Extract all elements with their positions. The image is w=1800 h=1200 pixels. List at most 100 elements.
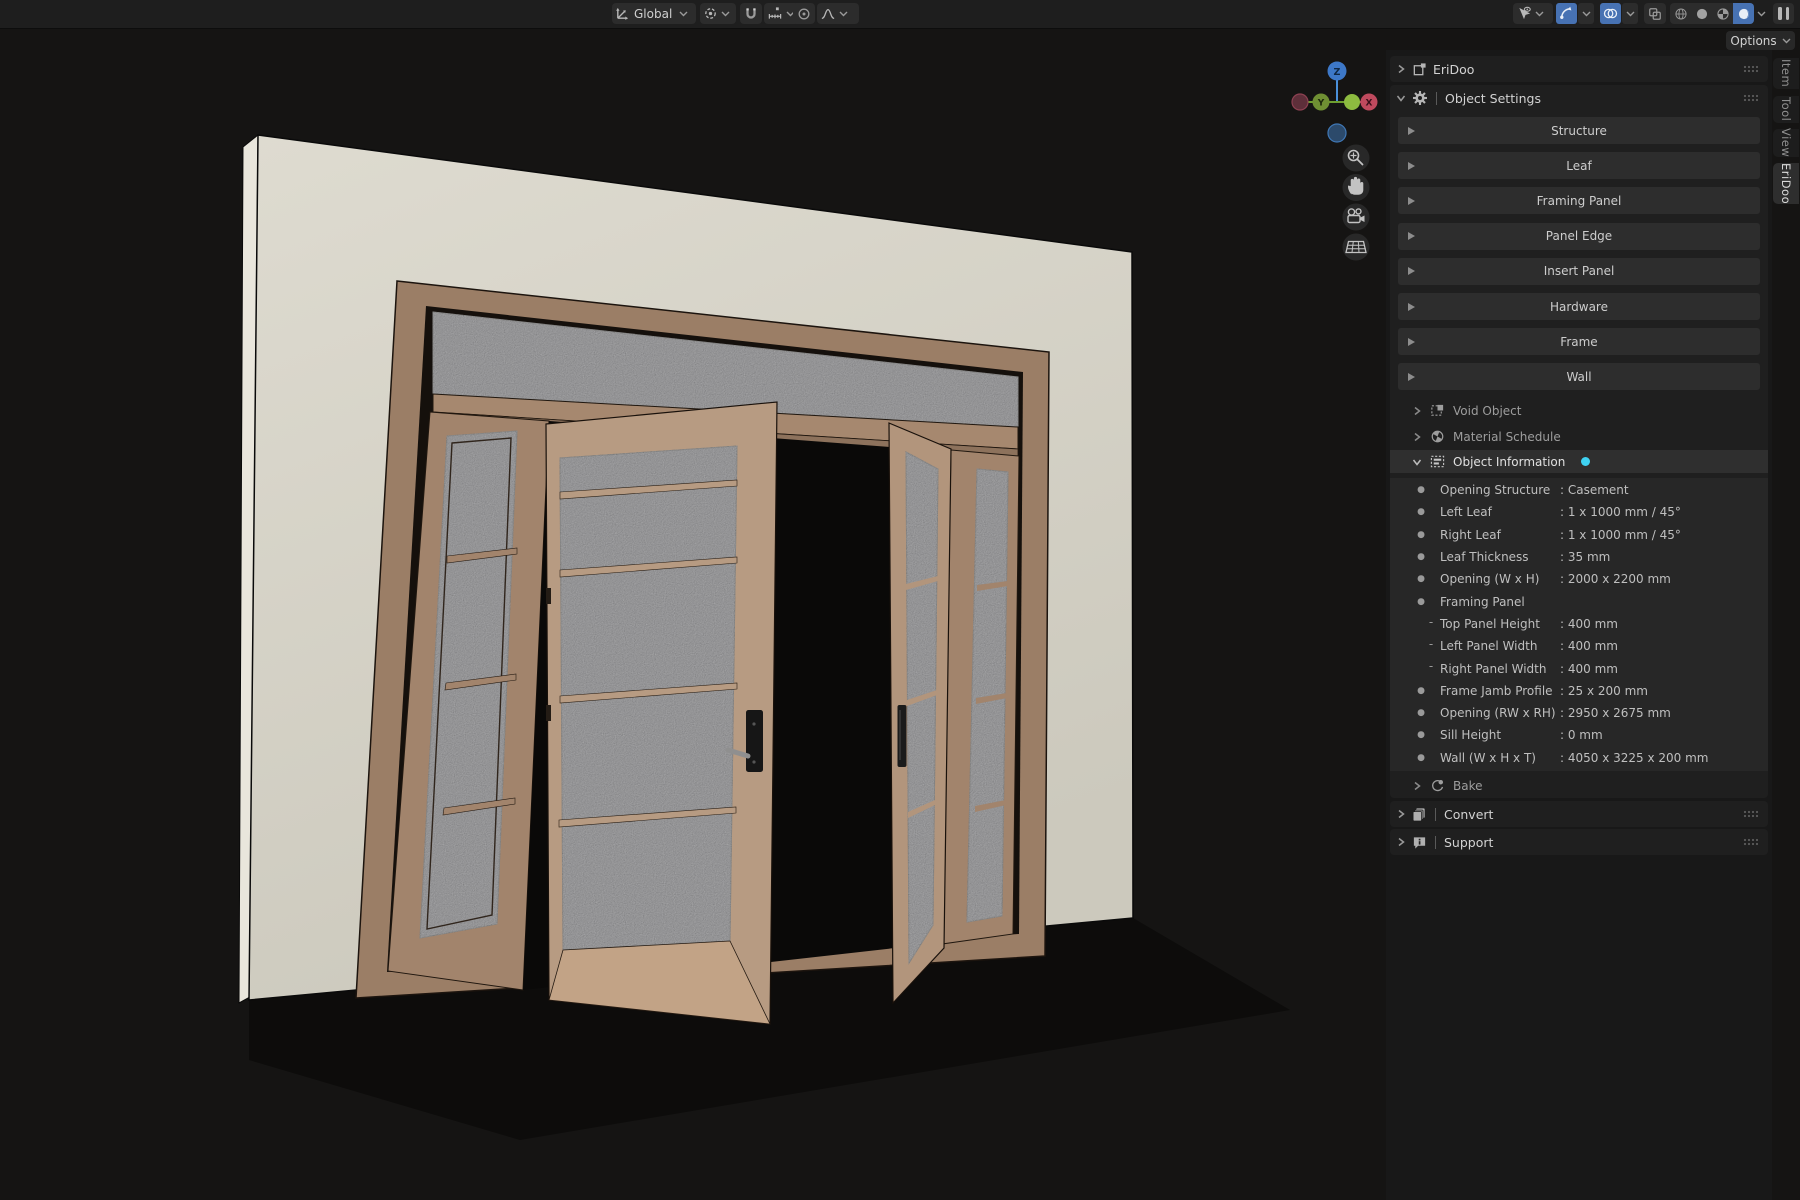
sidebar-tab[interactable]: View (1773, 128, 1799, 158)
toggle-xray[interactable] (1644, 3, 1666, 24)
shading-material-button[interactable] (1712, 3, 1733, 24)
pivot-point-icon (705, 8, 716, 19)
panel-drag-handle[interactable] (1743, 838, 1758, 846)
subpanel-label: Object Information (1453, 454, 1566, 469)
info-active-dot (1581, 457, 1591, 466)
chevron-right-icon (1398, 837, 1405, 847)
info-row-label: Frame Jamb Profile (1440, 683, 1553, 698)
info-row-value: : Casement (1560, 483, 1629, 498)
chevron-down-icon (1782, 38, 1791, 43)
info-row-marker: - (1428, 637, 1434, 652)
chevron-right-icon (1414, 781, 1421, 790)
panel-title: Support (1444, 834, 1494, 850)
panel-drag-handle[interactable] (1743, 810, 1758, 818)
gizmo-axis-neg-z (1327, 123, 1347, 143)
sidebar: EriDoo Object Settings Structure Leaf Fr… (1386, 50, 1772, 1200)
section-button[interactable]: Leaf (1398, 152, 1760, 180)
subpanel-object-information[interactable]: Object Information (1390, 450, 1768, 473)
section-button[interactable]: Wall (1398, 363, 1760, 391)
pause-icon (1776, 7, 1791, 20)
sidebar-tab-label: Tool (1779, 97, 1793, 122)
chevron-right-icon (1398, 64, 1405, 74)
info-row-marker: ● (1417, 507, 1425, 518)
info-row: ● Frame Jamb Profile : 25 x 200 mm (1390, 680, 1768, 702)
panel-support[interactable]: Support (1390, 829, 1768, 855)
sidebar-tab[interactable]: EriDoo (1773, 163, 1799, 204)
sidebar-tab-label: View (1779, 128, 1793, 158)
panel-title: Convert (1444, 806, 1494, 822)
show-gizmos-group (1556, 3, 1594, 24)
solid-sphere-icon (1696, 8, 1707, 19)
section-button-label: Insert Panel (1543, 264, 1615, 279)
panel-drag-handle[interactable] (1743, 94, 1758, 102)
subpanel-label: Material Schedule (1453, 429, 1561, 444)
sidebar-tab[interactable]: Tool (1773, 96, 1799, 123)
pivot-point-dropdown[interactable] (700, 3, 736, 24)
section-button[interactable]: Frame (1398, 328, 1760, 356)
info-row-label: Opening (W x H) (1440, 572, 1540, 587)
right-door-leaf[interactable] (888, 422, 952, 1005)
disclosure-triangle-icon (1408, 196, 1415, 205)
options-button[interactable]: Options (1726, 31, 1795, 50)
gizmo-axis-neg-y (1344, 94, 1360, 110)
info-row-marker: ● (1417, 730, 1425, 741)
panel-title: Object Settings (1445, 90, 1541, 106)
overlays-dropdown[interactable] (1622, 3, 1638, 24)
info-row: ● Sill Height : 0 mm (1390, 724, 1768, 746)
shading-dropdown[interactable] (1754, 3, 1769, 24)
gizmos-dropdown[interactable] (1578, 3, 1594, 24)
section-button[interactable]: Framing Panel (1398, 187, 1760, 215)
support-info-icon (1413, 836, 1426, 849)
subpanel-bake[interactable]: Bake (1390, 774, 1768, 797)
chevron-down-icon (721, 11, 730, 16)
show-overlays-toggle[interactable] (1600, 3, 1621, 24)
info-row: - Top Panel Height : 400 mm (1390, 613, 1768, 635)
object-settings-header[interactable]: Object Settings (1390, 85, 1768, 111)
info-row-label: Left Leaf (1440, 505, 1492, 520)
gizmo-y-label: Y (1317, 99, 1325, 109)
cursor-eye-icon (1519, 6, 1531, 20)
chevron-down-icon (1757, 11, 1766, 16)
section-button[interactable]: Panel Edge (1398, 222, 1760, 250)
show-overlays-group (1600, 3, 1638, 24)
section-button[interactable]: Hardware (1398, 293, 1760, 320)
falloff-dropdown[interactable] (817, 3, 859, 24)
pause-button[interactable] (1773, 3, 1794, 24)
shading-wireframe-button[interactable] (1670, 3, 1691, 24)
info-row-label: Framing Panel (1440, 594, 1525, 609)
pan-button[interactable] (1342, 174, 1370, 201)
camera-view-button[interactable] (1342, 203, 1370, 231)
xray-icon (1649, 7, 1661, 20)
info-row-marker: ● (1417, 552, 1425, 563)
info-row-label: Opening Structure (1440, 483, 1551, 498)
snap-toggle[interactable] (740, 3, 762, 24)
info-row-value: : 25 x 200 mm (1560, 683, 1648, 698)
overlays-icon (1603, 8, 1618, 19)
zoom-button[interactable] (1342, 144, 1370, 172)
show-gizmos-toggle[interactable] (1556, 3, 1577, 24)
info-row-label: Right Leaf (1440, 527, 1501, 542)
grid-floor-button[interactable] (1342, 233, 1370, 261)
section-button[interactable]: Insert Panel (1398, 257, 1760, 285)
section-button[interactable]: Structure (1398, 117, 1760, 144)
shading-solid-button[interactable] (1691, 3, 1712, 24)
shading-rendered-button[interactable] (1733, 3, 1754, 24)
panel-drag-handle[interactable] (1743, 65, 1758, 73)
panel-convert[interactable]: Convert (1390, 801, 1768, 827)
left-door-leaf[interactable] (545, 401, 778, 1025)
gizmo-axis-neg-x (1291, 93, 1309, 111)
void-object-icon (1431, 404, 1444, 416)
gizmo-visibility-dropdown[interactable] (1513, 3, 1553, 24)
panel-eridoo[interactable]: EriDoo (1390, 56, 1768, 82)
info-row-value: : 35 mm (1560, 550, 1611, 565)
info-row-value: : 4050 x 3225 x 200 mm (1560, 750, 1709, 765)
sidebar-tab[interactable]: Item (1773, 58, 1799, 89)
disclosure-triangle-icon (1408, 372, 1415, 381)
transform-orientation-dropdown[interactable]: Global (612, 3, 696, 24)
subpanel-material-schedule[interactable]: Material Schedule (1390, 425, 1768, 448)
subpanel-void-object[interactable]: Void Object (1390, 399, 1768, 422)
proportional-editing-toggle[interactable] (793, 3, 815, 24)
viewport-header: Global (0, 0, 1800, 29)
right-sidelite[interactable] (941, 449, 1020, 945)
info-row-label: Sill Height (1440, 728, 1502, 743)
